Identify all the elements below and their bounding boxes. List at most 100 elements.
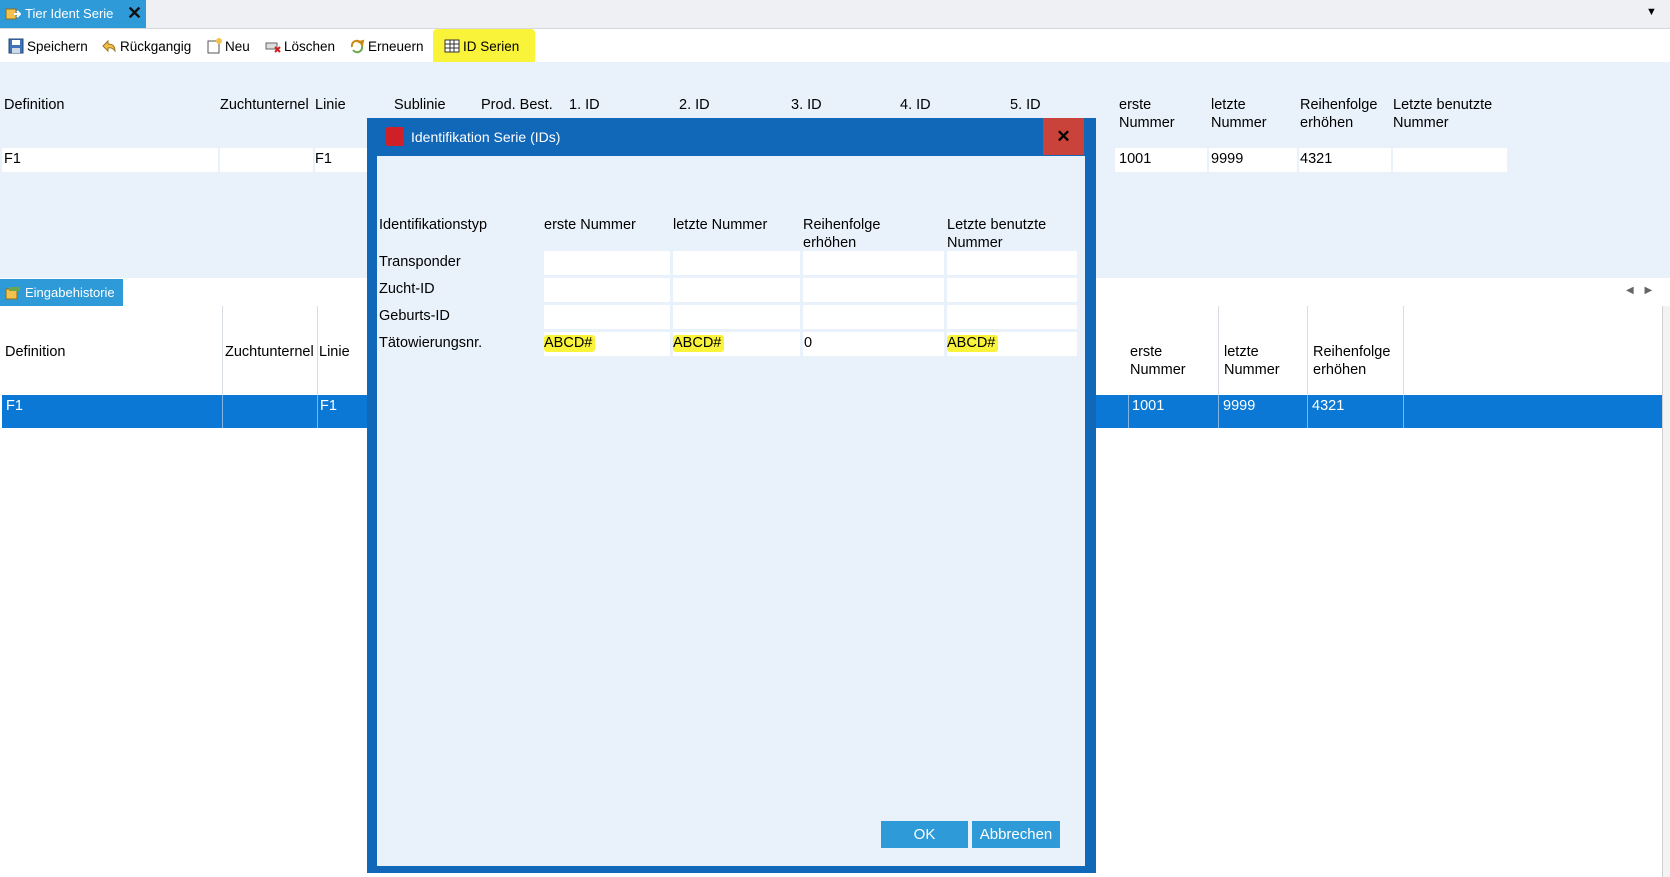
lower-cell-erste-nummer[interactable]: 1001	[1132, 398, 1164, 414]
row-divider	[1307, 395, 1308, 428]
undo-button[interactable]: Rückgangig	[101, 36, 191, 56]
dialog-title: Identifikation Serie (IDs)	[411, 129, 561, 145]
row-label-transponder: Transponder	[379, 254, 461, 270]
upper-cell-definition[interactable]: F1	[4, 151, 21, 167]
toolbar: Speichern Rückgangig Neu Löschen Erneuer…	[0, 29, 1670, 65]
col-header-id2[interactable]: 2. ID	[679, 96, 710, 114]
lower-cell-linie[interactable]: F1	[320, 398, 337, 414]
col-header-id5[interactable]: 5. ID	[1010, 96, 1041, 114]
identifikation-serie-dialog: Identifikation Serie (IDs) ✕ Identifikat…	[367, 118, 1096, 873]
new-document-icon	[206, 38, 222, 54]
upper-cell-definition-bg	[2, 148, 218, 172]
col-header-zuchtunternehmen[interactable]: Zuchtunternel	[220, 96, 309, 114]
tab-tier-ident-serie[interactable]: Tier Ident Serie ✕	[0, 0, 146, 28]
geburts-id-letzte-benutzte-input[interactable]	[947, 305, 1077, 329]
col-header-id3[interactable]: 3. ID	[791, 96, 822, 114]
transponder-erste-nummer-input[interactable]	[544, 251, 670, 275]
history-tab-title: Eingabehistorie	[25, 285, 115, 300]
zucht-id-erste-nummer-input[interactable]	[544, 278, 670, 302]
upper-cell-erste-nummer[interactable]: 1001	[1119, 151, 1151, 167]
col-header-erste-nummer[interactable]: erste Nummer	[1119, 96, 1175, 132]
upper-cell-linie[interactable]: F1	[315, 151, 332, 167]
save-button[interactable]: Speichern	[8, 36, 88, 56]
dialog-body: Identifikationstyp erste Nummer letzte N…	[377, 156, 1085, 866]
transponder-reihenfolge-input[interactable]	[803, 251, 944, 275]
id-series-label: ID Serien	[463, 38, 520, 54]
col-header-definition[interactable]: Definition	[4, 96, 64, 114]
id-series-icon	[444, 38, 460, 54]
upper-cell-letzte-benutzte-bg	[1393, 148, 1507, 172]
geburts-id-erste-nummer-input[interactable]	[544, 305, 670, 329]
save-label: Speichern	[27, 38, 88, 54]
zucht-id-letzte-nummer-input[interactable]	[673, 278, 800, 302]
app-logo-icon	[386, 127, 404, 146]
col-header-prod-best[interactable]: Prod. Best.	[481, 96, 553, 114]
taetowierungsnr-letzte-nummer-input[interactable]: ABCD#	[673, 332, 800, 356]
row-label-zucht-id: Zucht-ID	[379, 281, 435, 297]
dialog-col-header-letzte-nummer: letzte Nummer	[673, 217, 768, 233]
lower-cell-reihenfolge[interactable]: 4321	[1312, 398, 1344, 414]
dialog-col-header-reihenfolge: Reihenfolge erhöhen	[803, 217, 881, 251]
row-divider	[317, 395, 318, 428]
ok-button[interactable]: OK	[881, 821, 968, 848]
col-header-id4[interactable]: 4. ID	[900, 96, 931, 114]
col-header-sublinie[interactable]: Sublinie	[394, 96, 446, 114]
save-icon	[8, 38, 24, 54]
delete-icon	[265, 38, 281, 54]
dialog-col-header-erste-nummer: erste Nummer	[544, 217, 636, 233]
lower-col-header-linie[interactable]: Linie	[319, 343, 350, 361]
geburts-id-letzte-nummer-input[interactable]	[673, 305, 800, 329]
geburts-id-reihenfolge-input[interactable]	[803, 305, 944, 329]
taetowierungsnr-erste-nummer-input[interactable]: ABCD#	[544, 332, 670, 356]
new-label: Neu	[225, 38, 250, 54]
refresh-button[interactable]: Erneuern	[349, 36, 424, 56]
row-label-taetowierungsnr: Tätowierungsnr.	[379, 335, 483, 351]
col-header-letzte-benutzte[interactable]: Letzte benutzte Nummer	[1393, 96, 1492, 132]
col-header-reihenfolge[interactable]: Reihenfolge erhöhen	[1300, 96, 1377, 132]
tab-dropdown-icon[interactable]: ▼	[1646, 6, 1657, 18]
lower-col-header-zuchtunternehmen[interactable]: Zuchtunternel	[225, 343, 314, 361]
lower-cell-definition[interactable]: F1	[6, 398, 23, 414]
lower-col-header-erste-nummer[interactable]: erste Nummer	[1130, 343, 1186, 379]
delete-button[interactable]: Löschen	[265, 36, 335, 56]
zucht-id-reihenfolge-input[interactable]	[803, 278, 944, 302]
zucht-id-letzte-benutzte-input[interactable]	[947, 278, 1077, 302]
row-divider	[1128, 395, 1129, 428]
tab-scroll-arrows-icon[interactable]: ◀ ▶	[1626, 285, 1656, 296]
refresh-label: Erneuern	[368, 38, 424, 54]
col-header-letzte-nummer[interactable]: letzte Nummer	[1211, 96, 1267, 132]
taetowierungsnr-reihenfolge-value: 0	[804, 335, 813, 351]
lower-col-header-reihenfolge[interactable]: Reihenfolge erhöhen	[1313, 343, 1390, 379]
vertical-scrollbar[interactable]	[1662, 306, 1670, 877]
row-divider	[1403, 395, 1404, 428]
transponder-letzte-nummer-input[interactable]	[673, 251, 800, 275]
row-divider	[1218, 395, 1219, 428]
lower-col-header-letzte-nummer[interactable]: letzte Nummer	[1224, 343, 1280, 379]
lower-col-header-definition[interactable]: Definition	[5, 343, 65, 361]
col-header-linie[interactable]: Linie	[315, 96, 346, 114]
undo-icon	[101, 38, 117, 54]
tab-eingabehistorie[interactable]: Eingabehistorie	[0, 279, 123, 306]
taetowierungsnr-reihenfolge-input[interactable]: 0	[803, 332, 944, 356]
cancel-button[interactable]: Abbrechen	[972, 821, 1060, 848]
row-label-geburts-id: Geburts-ID	[379, 308, 450, 324]
undo-label: Rückgangig	[120, 38, 192, 54]
upper-cell-reihenfolge[interactable]: 4321	[1300, 151, 1332, 167]
dialog-col-header-identifikationstyp: Identifikationstyp	[379, 217, 488, 233]
dialog-title-bar[interactable]: Identifikation Serie (IDs)	[367, 118, 1096, 155]
upper-cell-zucht-bg	[220, 148, 313, 172]
taetowierungsnr-letzte-benutzte-value: ABCD#	[947, 335, 999, 352]
taetowierungsnr-letzte-benutzte-input[interactable]: ABCD#	[947, 332, 1077, 356]
refresh-icon	[349, 38, 365, 54]
lower-cell-letzte-nummer[interactable]: 9999	[1223, 398, 1255, 414]
row-divider	[222, 395, 223, 428]
taetowierungsnr-erste-nummer-value: ABCD#	[544, 335, 596, 352]
tab-close-icon[interactable]: ✕	[127, 3, 142, 24]
new-button[interactable]: Neu	[206, 36, 250, 56]
col-header-id1[interactable]: 1. ID	[569, 96, 600, 114]
id-series-button[interactable]: ID Serien	[444, 36, 519, 56]
upper-cell-letzte-nummer[interactable]: 9999	[1211, 151, 1243, 167]
dialog-close-button[interactable]: ✕	[1043, 118, 1084, 155]
transponder-letzte-benutzte-input[interactable]	[947, 251, 1077, 275]
tab-title: Tier Ident Serie	[25, 6, 114, 21]
